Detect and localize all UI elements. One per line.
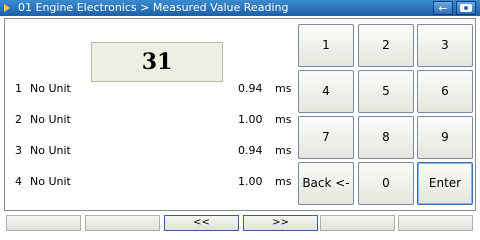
key-2[interactable]: 2 xyxy=(358,24,414,67)
row-unit: ms xyxy=(275,113,292,126)
row-label: No Unit xyxy=(30,144,71,157)
row-value: 1.00 xyxy=(238,113,263,126)
row-index: 3 xyxy=(15,144,22,157)
row-label: No Unit xyxy=(30,175,71,188)
row-index: 2 xyxy=(15,113,22,126)
enter-key[interactable]: Enter xyxy=(417,162,473,205)
back-button[interactable]: ← xyxy=(433,1,453,15)
next-page-button[interactable]: >> xyxy=(243,215,318,231)
arrow-left-icon: ← xyxy=(438,1,448,15)
bottom-button-2[interactable] xyxy=(85,215,160,231)
title-bar: 01 Engine Electronics > Measured Value R… xyxy=(0,0,480,16)
key-1[interactable]: 1 xyxy=(298,24,354,67)
key-7[interactable]: 7 xyxy=(298,116,354,159)
measurement-row: 3 No Unit 0.94 ms xyxy=(15,143,295,159)
key-0[interactable]: 0 xyxy=(358,162,414,205)
row-index: 4 xyxy=(15,175,22,188)
backspace-key[interactable]: Back <- xyxy=(298,162,354,205)
key-9[interactable]: 9 xyxy=(417,116,473,159)
row-label: No Unit xyxy=(30,82,71,95)
input-display: 31 xyxy=(91,42,223,82)
main-panel: 31 1 No Unit 0.94 ms 2 No Unit 1.00 ms 3… xyxy=(4,18,476,211)
row-label: No Unit xyxy=(30,113,71,126)
row-unit: ms xyxy=(275,144,292,157)
bottom-button-6[interactable] xyxy=(398,215,473,231)
row-value: 0.94 xyxy=(238,144,263,157)
key-3[interactable]: 3 xyxy=(417,24,473,67)
measurement-row: 4 No Unit 1.00 ms xyxy=(15,174,295,190)
row-index: 1 xyxy=(15,82,22,95)
measurement-row: 2 No Unit 1.00 ms xyxy=(15,112,295,128)
title-arrow-icon xyxy=(4,4,10,12)
window-title: 01 Engine Electronics > Measured Value R… xyxy=(18,1,289,14)
key-5[interactable]: 5 xyxy=(358,70,414,113)
row-value: 0.94 xyxy=(238,82,263,95)
previous-page-button[interactable]: << xyxy=(164,215,239,231)
row-unit: ms xyxy=(275,175,292,188)
camera-icon xyxy=(460,4,472,12)
bottom-button-5[interactable] xyxy=(320,215,395,231)
key-6[interactable]: 6 xyxy=(417,70,473,113)
bottom-button-1[interactable] xyxy=(6,215,81,231)
key-4[interactable]: 4 xyxy=(298,70,354,113)
row-unit: ms xyxy=(275,82,292,95)
key-8[interactable]: 8 xyxy=(358,116,414,159)
measurement-row: 1 No Unit 0.94 ms xyxy=(15,81,295,97)
row-value: 1.00 xyxy=(238,175,263,188)
screenshot-button[interactable] xyxy=(456,1,476,15)
